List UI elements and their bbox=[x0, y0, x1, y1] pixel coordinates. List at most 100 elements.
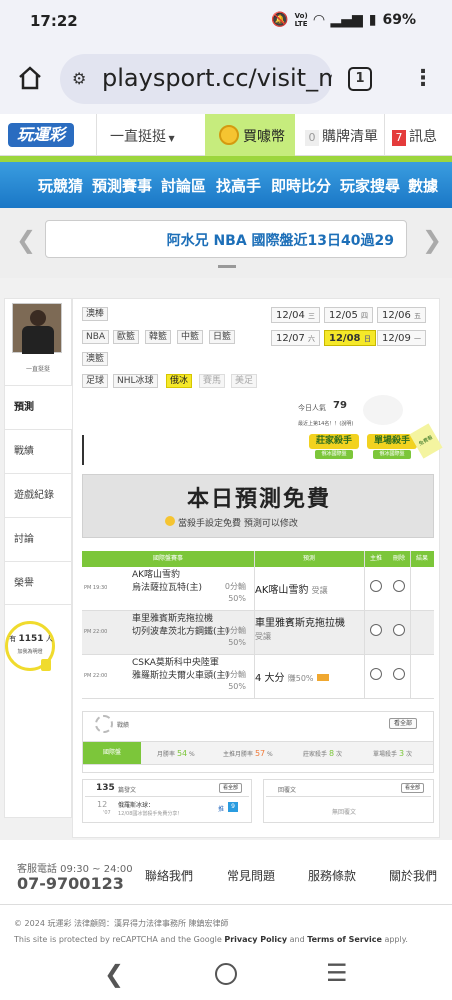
delete-radio[interactable] bbox=[393, 580, 405, 592]
table-row: PM 22:00 CSKA莫斯科中央陸軍 雅羅斯拉夫爾火車頭(主) 0分輸 50% … bbox=[82, 655, 434, 699]
sidebar-tab-record[interactable]: 戰績 bbox=[5, 429, 73, 473]
date-text: 12/05 bbox=[329, 310, 358, 321]
nav-item-livescore[interactable]: 即時比分 bbox=[271, 175, 331, 196]
site-logo[interactable]: 玩運彩 bbox=[8, 123, 74, 147]
date-tab[interactable]: 12/06 五 bbox=[377, 307, 427, 323]
address-bar[interactable]: ⚙ playsport.cc/visit_m bbox=[60, 54, 332, 104]
footer-link-terms[interactable]: 服務條款 bbox=[308, 867, 356, 884]
post-day: 12 bbox=[97, 800, 108, 809]
avatar[interactable] bbox=[12, 303, 62, 354]
nav-item-guess[interactable]: 玩競猜 bbox=[38, 175, 83, 196]
date-tab-selected[interactable]: 12/08 日 bbox=[324, 330, 376, 346]
free-title: 本日預測免費 bbox=[186, 487, 331, 512]
bulb-icon bbox=[41, 659, 51, 671]
single-killer-badge[interactable]: 單場殺手 俄冰國際盤 bbox=[367, 434, 417, 464]
delete-radio[interactable] bbox=[393, 668, 405, 680]
single-killer-count: 單場殺手 3 次 bbox=[373, 749, 412, 758]
cart-link[interactable]: 0 購牌清單 bbox=[305, 126, 378, 146]
nav-item-experts[interactable]: 找高手 bbox=[216, 175, 261, 196]
back-icon[interactable]: ❮ bbox=[104, 960, 124, 988]
home-circle-icon[interactable] bbox=[215, 963, 237, 985]
game-teams: AK喀山雪豹 烏法薩拉瓦特(主) bbox=[132, 569, 202, 595]
sport-tab[interactable]: 韓籃 bbox=[145, 330, 172, 344]
sidebar-tab-discussion[interactable]: 討論 bbox=[5, 517, 73, 561]
footer-link-faq[interactable]: 常見問題 bbox=[227, 867, 275, 884]
replies-label: 回覆文 bbox=[278, 787, 297, 794]
free-prediction-banner: 本日預測免費 當殺手設定免費 預測可以修改 bbox=[82, 474, 434, 538]
nav-item-predict[interactable]: 預測賽事 bbox=[92, 175, 152, 196]
system-nav-bar: ❮ ☰ bbox=[0, 950, 452, 1000]
sport-tab[interactable]: 澳籃 bbox=[82, 352, 109, 366]
sidebar-tab-honor[interactable]: 榮譽 bbox=[5, 561, 73, 605]
wifi-icon: ◠ bbox=[313, 12, 325, 28]
sport-tab[interactable]: NHL冰球 bbox=[113, 374, 158, 388]
user-dropdown-label: 一直挺挺 bbox=[110, 129, 166, 145]
main-pick-radio[interactable] bbox=[370, 668, 382, 680]
visitors-rank: 最近上第14名！！(說明) bbox=[298, 421, 354, 427]
date-tab[interactable]: 12/07 六 bbox=[271, 330, 321, 346]
divider bbox=[0, 904, 452, 905]
prediction-pick: 4 大分 賺50% bbox=[255, 669, 329, 684]
nav-item-data[interactable]: 數據 bbox=[408, 175, 438, 196]
privacy-link[interactable]: Privacy Policy bbox=[224, 935, 287, 944]
sport-tab[interactable]: 足球 bbox=[82, 374, 109, 388]
view-all-record-button[interactable]: 看全部 bbox=[389, 718, 418, 729]
odds-line: 0分輸 bbox=[224, 582, 246, 591]
table-header: 結果 bbox=[410, 551, 434, 567]
buy-coin-button[interactable]: 買噱幣 bbox=[205, 114, 295, 156]
odds-line: 0分輸 bbox=[224, 626, 246, 635]
record-tag: 國際盤 bbox=[83, 742, 141, 764]
more-menu-icon[interactable]: ⋮ bbox=[412, 64, 434, 94]
sport-tab[interactable]: 中籃 bbox=[177, 330, 204, 344]
team-home: 切列波韋茨北方鋼鐵(主) bbox=[132, 627, 230, 637]
chevron-left-icon[interactable]: ❮ bbox=[16, 226, 36, 254]
view-all-replies-button[interactable]: 看全部 bbox=[401, 783, 425, 793]
post-subtitle[interactable]: 12/08國冰當殺手免費分享！ bbox=[118, 810, 182, 817]
banker-killer-badge[interactable]: 莊家殺手 俄冰國際盤 bbox=[309, 434, 359, 464]
stat-label: 莊家殺手 bbox=[303, 751, 328, 758]
battery-icon: ▮ bbox=[368, 12, 377, 28]
date-tab[interactable]: 12/09 一 bbox=[377, 330, 427, 346]
carousel-indicator bbox=[218, 265, 236, 268]
fans-count-line: 有 1151 人 bbox=[6, 634, 56, 644]
sport-tab-selected[interactable]: 俄冰 bbox=[166, 374, 193, 388]
sidebar-tab-game-log[interactable]: 遊戲紀錄 bbox=[5, 473, 73, 517]
sidebar-tab-predict[interactable]: 預測 bbox=[5, 385, 81, 429]
view-all-posts-button[interactable]: 看全部 bbox=[219, 783, 243, 793]
weekday-text: 四 bbox=[361, 312, 369, 320]
service-phone[interactable]: 07-9700123 bbox=[17, 874, 124, 893]
buy-coin-label: 買噱幣 bbox=[243, 129, 285, 145]
sport-tab[interactable]: 歐籃 bbox=[113, 330, 140, 344]
main-pick-radio[interactable] bbox=[370, 580, 382, 592]
sport-tab[interactable]: NBA bbox=[82, 330, 110, 344]
delete-radio[interactable] bbox=[393, 624, 405, 636]
sport-tab[interactable]: 澳棒 bbox=[82, 307, 109, 321]
nav-item-forum[interactable]: 討論區 bbox=[161, 175, 206, 196]
stat-unit: 次 bbox=[335, 751, 342, 758]
sport-tab-disabled: 賽馬 bbox=[199, 374, 226, 388]
sport-tab[interactable]: 日籃 bbox=[209, 330, 236, 344]
stat-label: 主推月勝率 bbox=[223, 751, 254, 758]
odds-pct: 50% bbox=[228, 594, 246, 603]
weekday-text: 三 bbox=[308, 312, 316, 320]
date-tab[interactable]: 12/04 三 bbox=[271, 307, 321, 323]
home-icon[interactable] bbox=[16, 64, 44, 92]
table-header: 預測 bbox=[254, 551, 364, 567]
announcement-box[interactable]: 阿水兄 NBA 國際盤近13日40過29 bbox=[45, 220, 407, 258]
tab-switcher-button[interactable]: 1 bbox=[348, 67, 372, 91]
recent-apps-icon[interactable]: ☰ bbox=[326, 959, 348, 987]
footer-link-contact[interactable]: 聯絡我們 bbox=[145, 867, 193, 884]
date-tab[interactable]: 12/05 四 bbox=[324, 307, 374, 323]
chevron-right-icon[interactable]: ❯ bbox=[422, 226, 442, 254]
post-title[interactable]: 俄羅斯冰球： bbox=[118, 800, 154, 809]
message-link[interactable]: 7 訊息 bbox=[392, 126, 437, 146]
date-text: 12/09 bbox=[382, 333, 411, 344]
nav-item-player-search[interactable]: 玩家搜尋 bbox=[340, 175, 400, 196]
user-dropdown[interactable]: 一直挺挺 ▼ bbox=[110, 126, 175, 146]
main-pick-radio[interactable] bbox=[370, 624, 382, 636]
terms-link[interactable]: Terms of Service bbox=[307, 935, 382, 944]
footer-link-about[interactable]: 關於我們 bbox=[389, 867, 437, 884]
coin-icon bbox=[219, 125, 239, 145]
team-away: CSKA莫斯科中央陸軍 bbox=[132, 658, 219, 668]
site-settings-icon[interactable]: ⚙ bbox=[72, 69, 86, 88]
